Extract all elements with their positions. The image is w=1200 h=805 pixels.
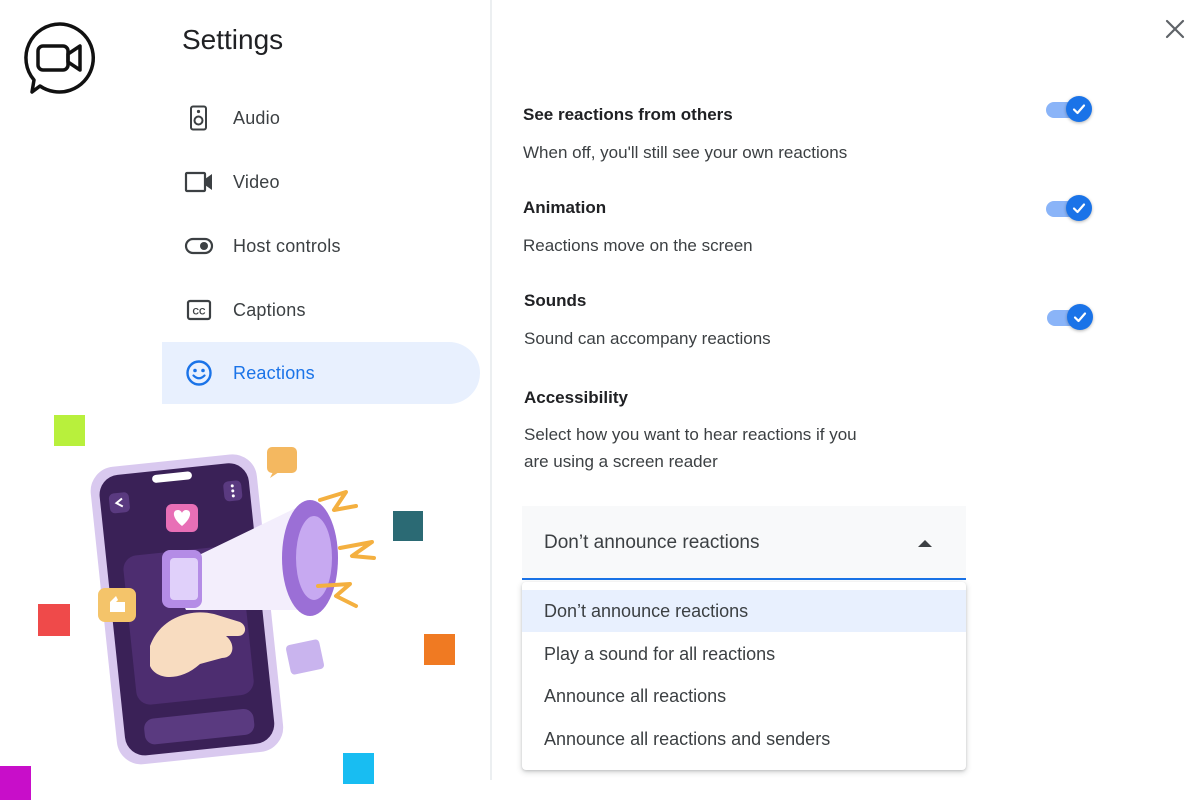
app-logo-icon <box>22 20 98 96</box>
accessibility-description-line2: are using a screen reader <box>524 452 718 471</box>
sounds-description: Sound can accompany reactions <box>524 329 771 348</box>
smiley-icon <box>184 358 214 388</box>
sidebar-item-label: Captions <box>233 299 306 320</box>
sidebar-item-audio[interactable]: Audio <box>162 87 480 149</box>
animation-description: Reactions move on the screen <box>523 236 753 255</box>
sidebar-item-captions[interactable]: CC Captions <box>162 279 480 341</box>
toggle-icon <box>184 231 214 261</box>
screen-reader-select[interactable]: Don’t announce reactions <box>522 506 966 580</box>
megaphone-phone-illustration <box>0 410 470 800</box>
sidebar-item-label: Reactions <box>233 362 315 383</box>
dropdown-option-dont-announce[interactable]: Don’t announce reactions <box>522 590 966 632</box>
checkmark-icon <box>1073 312 1087 323</box>
see-reactions-description: When off, you'll still see your own reac… <box>523 143 848 162</box>
sidebar-item-label: Audio <box>233 107 281 128</box>
dropdown-option-announce-all-senders[interactable]: Announce all reactions and senders <box>522 718 966 760</box>
sidebar-item-video[interactable]: Video <box>162 151 480 213</box>
dropdown-option-label: Don’t announce reactions <box>544 600 749 621</box>
checkmark-icon <box>1072 104 1086 115</box>
accessibility-description-line1: Select how you want to hear reactions if… <box>524 425 857 444</box>
screen-reader-dropdown: Don’t announce reactions Play a sound fo… <box>522 582 966 770</box>
closed-captions-icon: CC <box>184 295 214 325</box>
video-camera-icon <box>184 167 214 197</box>
animation-title: Animation <box>523 198 607 217</box>
sidebar-item-reactions[interactable]: Reactions <box>162 342 480 404</box>
animation-toggle[interactable] <box>1044 193 1096 223</box>
accessibility-title: Accessibility <box>524 388 628 407</box>
sounds-toggle[interactable] <box>1045 302 1097 332</box>
see-reactions-title: See reactions from others <box>523 105 733 124</box>
sidebar-item-label: Host controls <box>233 235 341 256</box>
dropdown-option-label: Announce all reactions <box>544 685 727 706</box>
sidebar-item-host-controls[interactable]: Host controls <box>162 215 480 277</box>
dropdown-option-play-sound[interactable]: Play a sound for all reactions <box>522 633 966 675</box>
arrow-up-icon <box>918 540 932 547</box>
dropdown-option-announce-all[interactable]: Announce all reactions <box>522 675 966 717</box>
see-reactions-toggle[interactable] <box>1044 94 1096 124</box>
svg-text:CC: CC <box>193 307 206 317</box>
close-icon <box>1165 19 1185 39</box>
speaker-icon <box>184 103 214 133</box>
sidebar-item-label: Video <box>233 171 280 192</box>
select-value: Don’t announce reactions <box>544 532 760 553</box>
settings-title: Settings <box>182 24 284 55</box>
dropdown-option-label: Play a sound for all reactions <box>544 643 776 664</box>
checkmark-icon <box>1072 203 1086 214</box>
close-button[interactable] <box>1160 14 1190 44</box>
sidebar-divider <box>490 0 492 780</box>
sounds-title: Sounds <box>524 291 587 310</box>
dropdown-option-label: Announce all reactions and senders <box>544 728 831 749</box>
